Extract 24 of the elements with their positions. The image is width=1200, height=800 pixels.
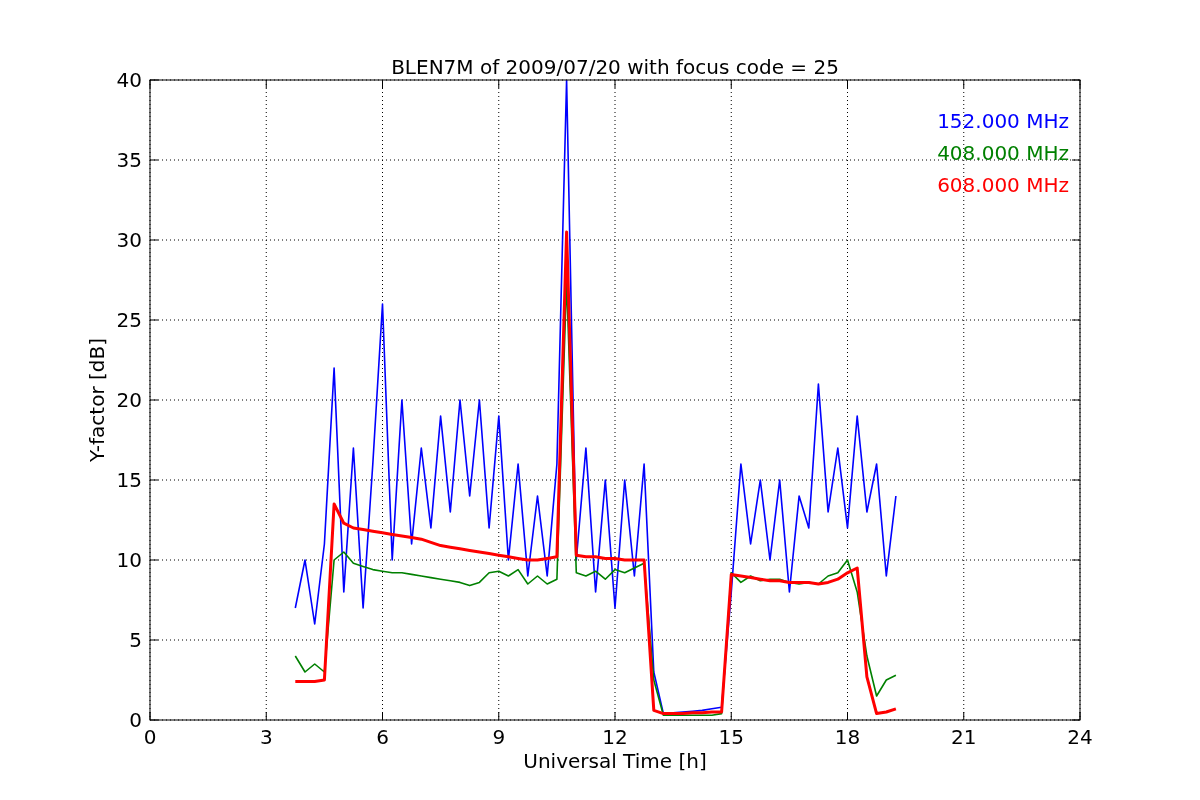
- x-tick-label: 0: [143, 725, 157, 749]
- x-tick-label: 24: [1067, 725, 1093, 749]
- legend-label: 152.000 MHz: [937, 109, 1069, 133]
- x-tick-label: 12: [602, 725, 628, 749]
- x-tick-label: 15: [718, 725, 744, 749]
- y-tick-label: 15: [116, 468, 142, 492]
- y-tick-label: 10: [116, 548, 142, 572]
- legend-label: 408.000 MHz: [937, 141, 1069, 165]
- y-tick-label: 30: [116, 228, 142, 252]
- x-tick-label: 3: [259, 725, 273, 749]
- y-axis-label: Y-factor [dB]: [85, 338, 109, 462]
- x-tick-label: 6: [376, 725, 389, 749]
- y-tick-label: 0: [129, 708, 142, 732]
- y-tick-label: 20: [116, 388, 142, 412]
- x-tick-label: 9: [492, 725, 506, 749]
- y-tick-label: 35: [116, 148, 142, 172]
- legend-label: 608.000 MHz: [937, 173, 1069, 197]
- y-tick-label: 40: [116, 68, 142, 92]
- x-tick-label: 21: [951, 725, 977, 749]
- y-tick-label: 5: [129, 628, 142, 652]
- x-tick-label: 18: [834, 725, 861, 749]
- chart-title: BLEN7M of 2009/07/20 with focus code = 25: [391, 55, 839, 79]
- y-tick-label: 25: [116, 308, 142, 332]
- x-axis-label: Universal Time [h]: [523, 749, 707, 773]
